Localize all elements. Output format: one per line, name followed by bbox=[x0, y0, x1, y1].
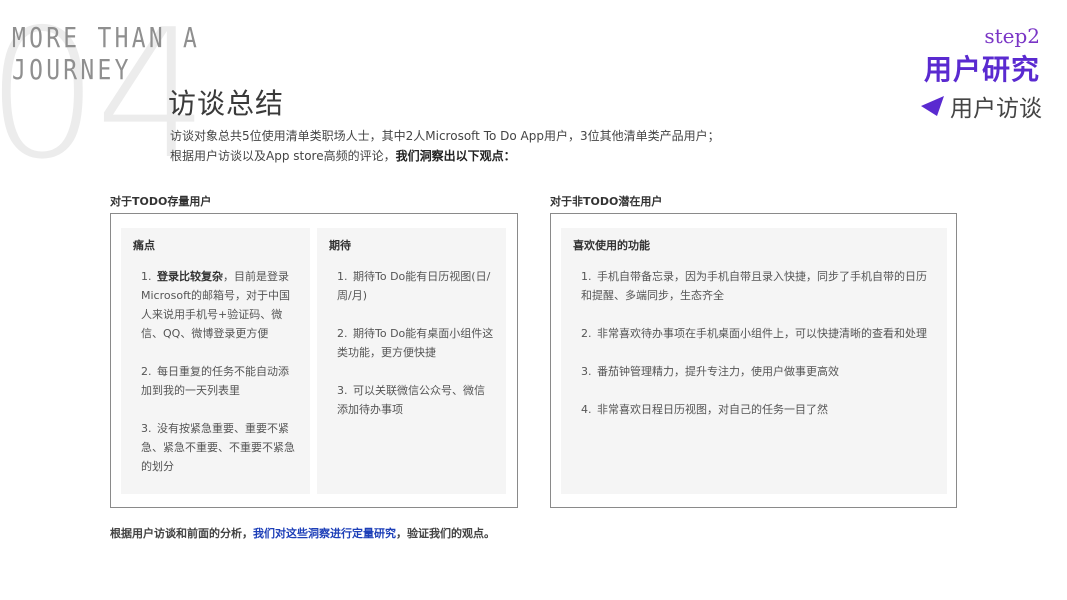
expectations-card: 期待 1. 期待To Do能有日历视图(日/周/月) 2. 期待To Do能有桌… bbox=[317, 228, 506, 494]
like-item-4: 4. 非常喜欢日程日历视图，对自己的任务一目了然 bbox=[581, 403, 828, 416]
pain-points-card: 痛点 1. 登录比较复杂，目前是登录Microsoft的邮箱号，对于中国人来说用… bbox=[121, 228, 310, 494]
intro-line-2: 根据用户访谈以及App store高频的评论，我们洞察出以下观点： bbox=[170, 146, 720, 166]
like-item-3: 3. 番茄钟管理精力，提升专注力，使用户做事更高效 bbox=[581, 365, 839, 378]
expect-item-1: 1. 期待To Do能有日历视图(日/周/月) bbox=[337, 270, 491, 302]
page-title: 访谈总结 bbox=[168, 87, 285, 120]
pain-item-2: 2. 每日重复的任务不能自动添加到我的一天列表里 bbox=[141, 365, 289, 397]
footer-text: 根据用户访谈和前面的分析，我们对这些洞察进行定量研究，验证我们的观点。 bbox=[110, 525, 495, 541]
step-label: step2 bbox=[984, 24, 1040, 48]
pain-item-3: 3. 没有按紧急重要、重要不紧急、紧急不重要、不重要不紧急的划分 bbox=[141, 422, 295, 473]
existing-users-panel: 痛点 1. 登录比较复杂，目前是登录Microsoft的邮箱号，对于中国人来说用… bbox=[110, 213, 518, 508]
liked-features-title: 喜欢使用的功能 bbox=[573, 239, 650, 252]
footer-highlight: 我们对这些洞察进行定量研究 bbox=[253, 527, 396, 540]
footer-part-1: 根据用户访谈和前面的分析， bbox=[110, 527, 253, 540]
intro-line-2-bold: 我们洞察出以下观点： bbox=[395, 149, 516, 163]
intro-line-1: 访谈对象总共5位使用清单类职场人士，其中2人Microsoft To Do Ap… bbox=[170, 129, 720, 143]
potential-users-label: 对于非TODO潜在用户 bbox=[550, 195, 663, 208]
existing-users-label: 对于TODO存量用户 bbox=[110, 195, 212, 208]
like-item-1: 1. 手机自带备忘录，因为手机自带且录入快捷，同步了手机自带的日历和提醒、多端同… bbox=[581, 270, 927, 302]
intro-text: 访谈对象总共5位使用清单类职场人士，其中2人Microsoft To Do Ap… bbox=[170, 126, 720, 166]
section-title: 用户研究 bbox=[923, 53, 1040, 86]
pain-points-title: 痛点 bbox=[133, 239, 155, 252]
journey-line-1: MORE THAN A bbox=[12, 21, 201, 54]
subsection-title: 用户访谈 bbox=[920, 89, 1042, 123]
expectations-title: 期待 bbox=[329, 239, 351, 252]
like-item-2: 2. 非常喜欢待办事项在手机桌面小组件上，可以快捷清晰的查看和处理 bbox=[581, 327, 927, 340]
footer-part-2: ，验证我们的观点。 bbox=[396, 527, 495, 540]
pain-item-1: 1. 登录比较复杂，目前是登录Microsoft的邮箱号，对于中国人来说用手机号… bbox=[141, 270, 291, 340]
expect-item-2: 2. 期待To Do能有桌面小组件这类功能，更方便快捷 bbox=[337, 327, 494, 359]
triangle-pointer-icon bbox=[921, 96, 944, 116]
potential-users-panel: 喜欢使用的功能 1. 手机自带备忘录，因为手机自带且录入快捷，同步了手机自带的日… bbox=[550, 213, 957, 508]
subsection-label: 用户访谈 bbox=[950, 96, 1042, 122]
liked-features-card: 喜欢使用的功能 1. 手机自带备忘录，因为手机自带且录入快捷，同步了手机自带的日… bbox=[561, 228, 947, 494]
expect-item-3: 3. 可以关联微信公众号、微信添加待办事项 bbox=[337, 384, 485, 416]
journey-wordmark: MORE THAN A JOURNEY bbox=[12, 22, 200, 86]
intro-line-2-normal: 根据用户访谈以及App store高频的评论， bbox=[170, 149, 396, 163]
